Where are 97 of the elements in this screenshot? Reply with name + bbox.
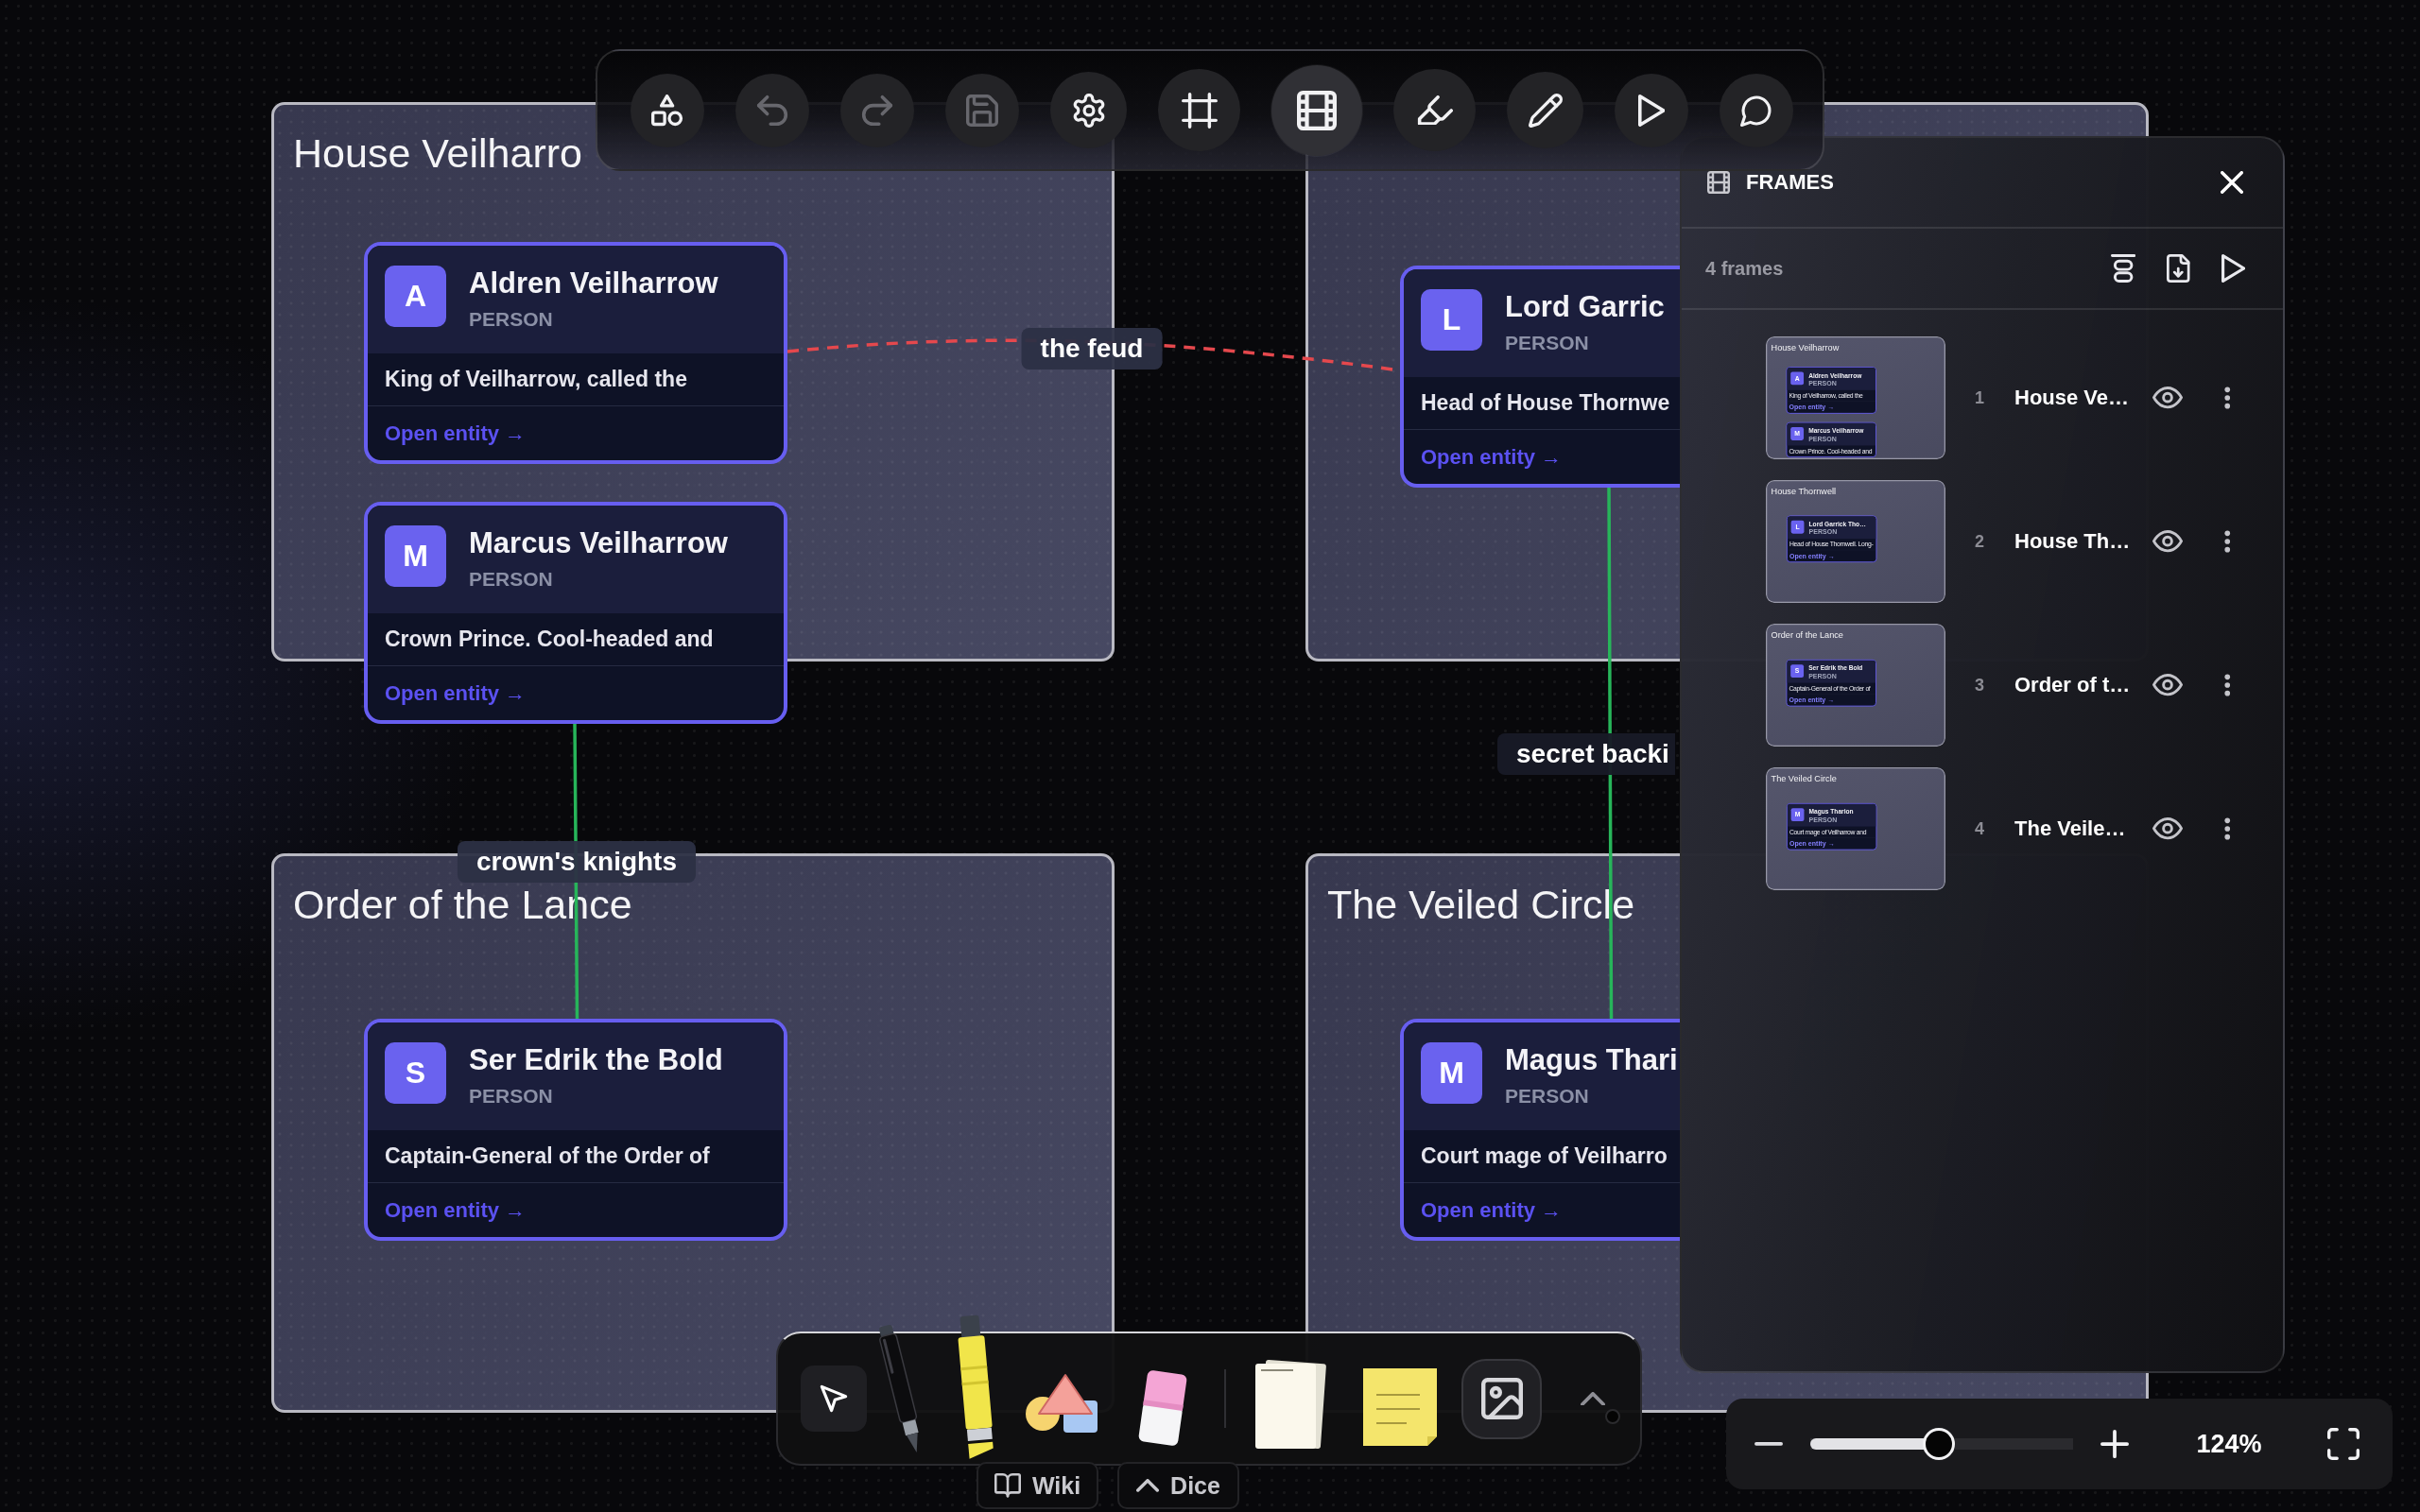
- collapse-button[interactable]: [1581, 1391, 1605, 1406]
- visibility-button[interactable]: [2152, 674, 2183, 696]
- entity-type: PERSON: [469, 567, 553, 592]
- distribute-button[interactable]: [2110, 254, 2136, 283]
- frame-title: House Veilharro: [293, 132, 582, 174]
- play-icon: [2221, 254, 2245, 283]
- entity-description: Captain-General of the Order of: [385, 1143, 710, 1169]
- frame-title: Order of the Lance: [1771, 630, 1843, 640]
- frame-name[interactable]: House Ve…: [2014, 386, 2149, 410]
- initial-avatar: L: [1421, 289, 1482, 351]
- open-book-icon: [994, 1473, 1021, 1498]
- caret-up-icon: [1581, 1391, 1605, 1406]
- hash-frame-icon: [1181, 92, 1218, 129]
- fullscreen-button[interactable]: [2327, 1428, 2360, 1460]
- film-strip-icon: [1297, 90, 1337, 130]
- frame-title: House Veilharrow: [1771, 343, 1840, 352]
- kebab-icon: [2224, 817, 2231, 840]
- film-strip-icon: [1707, 171, 1730, 194]
- cursor-arrow-icon: [820, 1384, 848, 1413]
- shapes-icon: [651, 94, 683, 127]
- zoom-in-button[interactable]: [2100, 1430, 2129, 1458]
- entity-name: Ser Edrik the Bold: [469, 1042, 723, 1078]
- relationship-label: the feud: [1021, 328, 1163, 369]
- kebab-icon: [2224, 387, 2231, 409]
- entity-type: PERSON: [1505, 1084, 1589, 1108]
- entity-description: Court mage of Veilharro: [1421, 1143, 1668, 1169]
- initial-avatar: S: [385, 1042, 446, 1104]
- visibility-button[interactable]: [2152, 387, 2183, 409]
- frame-name[interactable]: House Th…: [2014, 529, 2149, 554]
- dice-tab[interactable]: Dice: [1117, 1462, 1239, 1509]
- entity-description: King of Veilharrow, called the: [385, 367, 687, 392]
- eye-icon: [2152, 817, 2183, 840]
- close-icon: [2221, 171, 2243, 194]
- entity-description: Head of House Thornwe: [1421, 390, 1670, 416]
- entity-card[interactable]: S Ser Edrik the Bold PERSON Captain-General of the Order of Open entity →: [364, 1019, 787, 1241]
- zoom-out-button[interactable]: [1754, 1440, 1783, 1448]
- entity-name: Lord Garric: [1505, 289, 1665, 325]
- panel-title: FRAMES: [1746, 172, 1834, 193]
- more-options-button[interactable]: [2224, 387, 2231, 409]
- image-button[interactable]: [1461, 1358, 1542, 1439]
- zoom-percentage: 124%: [2195, 1429, 2263, 1459]
- initial-avatar: M: [1421, 1042, 1482, 1104]
- entity-type: PERSON: [469, 1084, 553, 1108]
- frame-title: The Veiled Circle: [1771, 774, 1837, 783]
- frame-count: 4 frames: [1705, 257, 1784, 280]
- visibility-button[interactable]: [2152, 817, 2183, 840]
- play-icon: [1637, 94, 1666, 127]
- handle-dot-icon[interactable]: [1605, 1409, 1620, 1424]
- entity-description: Crown Prince. Cool-headed and: [385, 627, 714, 652]
- more-options-button[interactable]: [2224, 817, 2231, 840]
- frame-title: House Thornwell: [1771, 487, 1837, 496]
- visibility-button[interactable]: [2152, 530, 2183, 553]
- select-tool-button[interactable]: [801, 1366, 867, 1432]
- entity-type: PERSON: [1505, 331, 1589, 355]
- pencil-icon: [1528, 93, 1563, 128]
- wiki-tab[interactable]: Wiki: [977, 1462, 1098, 1509]
- frame-number: 3: [1974, 675, 1985, 696]
- frame-number: 1: [1974, 387, 1985, 408]
- frame-name[interactable]: Order of t…: [2014, 673, 2149, 697]
- entity-card[interactable]: M Magus Thari PERSON Court mage of Veilharro Open entity →: [1400, 1019, 1680, 1241]
- image-icon: [1480, 1378, 1523, 1419]
- plus-icon: [2100, 1430, 2129, 1458]
- more-options-button[interactable]: [2224, 674, 2231, 696]
- relationship-label: secret backi: [1497, 733, 1675, 775]
- close-button[interactable]: [2221, 171, 2243, 194]
- slider-thumb[interactable]: [1923, 1428, 1956, 1460]
- kebab-icon: [2224, 674, 2231, 696]
- frame-number: 4: [1974, 818, 1985, 839]
- export-button[interactable]: [2167, 254, 2190, 283]
- redo-icon: [861, 94, 893, 127]
- entity-name: Marcus Veilharrow: [469, 525, 728, 561]
- entity-card[interactable]: A Aldren Veilharrow PERSON King of Veilharrow, called the Open entity →: [364, 242, 787, 464]
- entity-card[interactable]: L Lord Garric PERSON Head of House Thornwe Open entity →: [1400, 266, 1680, 488]
- entity-name: Magus Thari: [1505, 1042, 1678, 1078]
- present-frames-button[interactable]: [2221, 254, 2245, 283]
- fullscreen-icon: [2327, 1428, 2360, 1460]
- undo-icon: [756, 94, 788, 127]
- entity-name: Aldren Veilharrow: [469, 266, 718, 301]
- speech-bubble-icon: [1740, 94, 1772, 127]
- highlighter-icon: [1416, 94, 1453, 126]
- entity-type: PERSON: [469, 307, 553, 332]
- eye-icon: [2152, 674, 2183, 696]
- frame-name[interactable]: The Veile…: [2014, 816, 2149, 841]
- frame-number: 2: [1974, 531, 1985, 552]
- kebab-icon: [2224, 530, 2231, 553]
- eye-icon: [2152, 387, 2183, 409]
- eye-icon: [2152, 530, 2183, 553]
- caret-up-icon: [1136, 1479, 1160, 1492]
- relationship-label: crown's knights: [458, 841, 696, 883]
- initial-avatar: M: [385, 525, 446, 587]
- distribute-vertical-icon: [2110, 254, 2136, 283]
- file-download-icon: [2167, 254, 2190, 283]
- initial-avatar: A: [385, 266, 446, 327]
- more-options-button[interactable]: [2224, 530, 2231, 553]
- minus-icon: [1754, 1440, 1783, 1448]
- entity-card[interactable]: M Marcus Veilharrow PERSON Crown Prince. Cool-headed and Open entity →: [364, 502, 787, 724]
- settings-icon: [1071, 93, 1106, 128]
